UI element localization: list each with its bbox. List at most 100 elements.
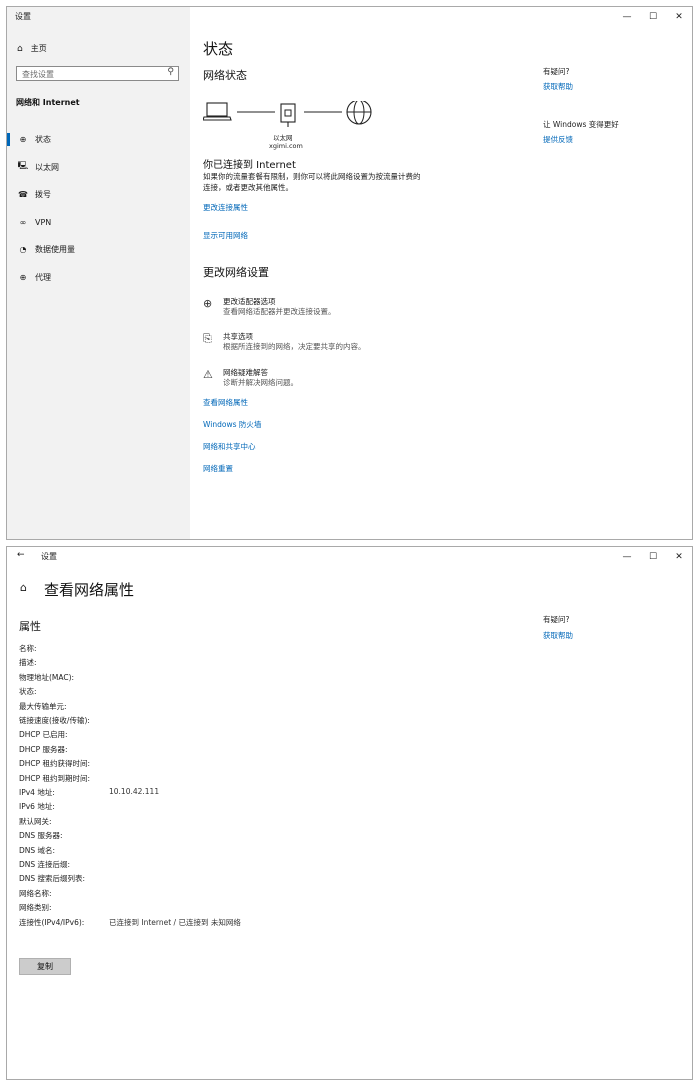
property-value: 已连接到 Internet / 已连接到 未知网络 xyxy=(109,917,241,927)
proxy-icon: ⊕ xyxy=(19,272,27,282)
sidebar: 设置 ⌂ 主页 查找设置 ⚲ 网络和 Internet ⊕ 状态 🖳 以太网 ☎ 拨号 ∞ V… xyxy=(7,7,190,539)
property-label: DNS 域名: xyxy=(19,845,56,855)
close-button[interactable]: ✕ xyxy=(666,547,692,567)
sidebar-item-5[interactable]: ⊕ 代理 xyxy=(7,264,190,292)
home-label: 主页 xyxy=(30,44,47,53)
search-input[interactable]: 查找设置 ⚲ xyxy=(16,66,179,81)
network-name: xgimi.com xyxy=(269,142,303,150)
sidebar-item-3[interactable]: ∞ VPN xyxy=(7,209,190,237)
property-label: DNS 连接后缀: xyxy=(19,860,71,869)
ethernet-icon: 🖳 xyxy=(17,161,29,171)
option-title: 网络疑难解答 xyxy=(223,368,268,377)
minimize-button[interactable]: — xyxy=(614,547,640,567)
network-diagram-graphic xyxy=(202,99,372,127)
network-reset-link[interactable]: 网络重置 xyxy=(203,463,233,474)
property-label: DNS 服务器: xyxy=(19,831,63,841)
home-icon: ⌂ xyxy=(17,43,23,54)
property-label: 名称: xyxy=(19,644,37,653)
copy-button[interactable]: 复制 xyxy=(19,958,71,975)
sidebar-item-4[interactable]: ◔ 数据使用量 xyxy=(7,236,190,264)
sidebar-item-label: 拨号 xyxy=(35,190,51,200)
change-settings-heading: 更改网络设置 xyxy=(203,266,269,279)
settings-window-properties: ← 设置 — ☐ ✕ ⌂ 查看网络属性 属性 名称: 描述: 物理地址(MAC): 状… xyxy=(6,546,693,1080)
property-label: DHCP 租约到期时间: xyxy=(19,773,91,783)
window-title: 设置 xyxy=(41,552,57,561)
option-desc: 根据所连接到的网络，决定要共享的内容。 xyxy=(223,342,366,351)
network-sharing-center-link[interactable]: 网络和共享中心 xyxy=(203,441,256,452)
network-status-heading: 网络状态 xyxy=(203,69,247,82)
sidebar-section-title: 网络和 Internet xyxy=(16,98,80,107)
option-title: 共享选项 xyxy=(223,332,253,341)
window-title: 设置 xyxy=(15,12,31,21)
network-diagram: 以太网 xgimi.com xyxy=(202,99,383,151)
settings-window-status: 设置 ⌂ 主页 查找设置 ⚲ 网络和 Internet ⊕ 状态 🖳 以太网 ☎ 拨号 ∞ V… xyxy=(6,6,693,540)
network-option-1[interactable]: ⎘ 共享选项 根据所连接到的网络，决定要共享的内容。 xyxy=(203,332,366,352)
property-value: 10.10.42.111 xyxy=(109,787,160,796)
network-option-2[interactable]: ⚠ 网络疑难解答 诊断并解决网络问题。 xyxy=(203,368,298,388)
computer-icon xyxy=(202,102,232,121)
ethernet-adapter-icon xyxy=(280,103,296,127)
help-question: 有疑问? xyxy=(543,67,570,76)
option-text: 共享选项 根据所连接到的网络，决定要共享的内容。 xyxy=(223,332,366,352)
properties-heading: 属性 xyxy=(19,620,41,633)
sidebar-item-label: 以太网 xyxy=(35,162,59,172)
sharing-options-icon: ⎘ xyxy=(203,332,212,345)
back-arrow-icon[interactable]: ← xyxy=(17,550,25,560)
sidebar-item-2[interactable]: ☎ 拨号 xyxy=(7,181,190,209)
property-label: 物理地址(MAC): xyxy=(19,672,75,682)
improve-windows-text: 让 Windows 变得更好 xyxy=(543,120,619,129)
property-label: 链接速度(接收/传输): xyxy=(19,716,90,725)
dialup-icon: ☎ xyxy=(18,190,28,200)
option-text: 更改适配器选项 查看网络适配器并更改连接设置。 xyxy=(223,297,336,317)
sidebar-item-0[interactable]: ⊕ 状态 xyxy=(7,126,190,154)
option-title: 更改适配器选项 xyxy=(223,297,276,306)
property-label: 状态: xyxy=(19,687,37,697)
titlebar: 设置 xyxy=(7,7,190,27)
get-help-link[interactable]: 获取帮助 xyxy=(543,630,573,641)
adapter-label: 以太网 xyxy=(273,134,293,142)
main-content: 状态 网络状态 以太网 xgimi.com 你已连接到 Internet 如果你… xyxy=(202,7,692,539)
property-label: IPv4 地址: xyxy=(19,788,55,797)
give-feedback-link[interactable]: 提供反馈 xyxy=(543,134,573,145)
sidebar-item-1[interactable]: 🖳 以太网 xyxy=(7,154,190,182)
network-option-0[interactable]: ⊕ 更改适配器选项 查看网络适配器并更改连接设置。 xyxy=(203,297,336,317)
connected-desc-1: 如果你的流量套餐有限制，则你可以将此网络设置为按流量计费的 xyxy=(203,172,421,181)
window-controls: — ☐ ✕ xyxy=(614,547,692,567)
globe-icon xyxy=(346,99,372,125)
view-network-properties-link[interactable]: 查看网络属性 xyxy=(203,397,248,408)
property-label: IPv6 地址: xyxy=(19,802,55,812)
maximize-button[interactable]: ☐ xyxy=(640,547,666,567)
change-connection-properties-link[interactable]: 更改连接属性 xyxy=(203,202,248,213)
vpn-icon: ∞ xyxy=(19,217,27,227)
property-label: 连接性(IPv4/IPv6): xyxy=(19,917,85,927)
troubleshoot-icon: ⚠ xyxy=(203,368,213,381)
search-icon: ⚲ xyxy=(167,67,174,77)
property-label: 网络名称: xyxy=(19,888,52,898)
property-label: DNS 搜索后缀列表: xyxy=(19,874,86,884)
option-desc: 诊断并解决网络问题。 xyxy=(223,378,298,387)
option-desc: 查看网络适配器并更改连接设置。 xyxy=(223,307,336,316)
sidebar-item-label: VPN xyxy=(35,217,52,227)
property-label: DHCP 服务器: xyxy=(19,744,68,754)
page-title: 查看网络属性 xyxy=(44,581,135,599)
sidebar-item-label: 数据使用量 xyxy=(35,245,75,255)
windows-firewall-link[interactable]: Windows 防火墙 xyxy=(203,419,261,430)
property-label: 描述: xyxy=(19,658,37,668)
show-available-networks-link[interactable]: 显示可用网络 xyxy=(203,230,248,241)
adapter-options-icon: ⊕ xyxy=(203,297,213,310)
titlebar: ← 设置 — ☐ ✕ xyxy=(7,547,692,567)
option-text: 网络疑难解答 诊断并解决网络问题。 xyxy=(223,368,298,388)
search-placeholder: 查找设置 xyxy=(22,70,54,79)
sidebar-nav: ⊕ 状态 🖳 以太网 ☎ 拨号 ∞ VPN ◔ 数据使用量 ⊕ 代理 xyxy=(7,126,190,291)
property-label: DHCP 租约获得时间: xyxy=(19,759,91,769)
data-usage-icon: ◔ xyxy=(19,245,27,255)
get-help-link[interactable]: 获取帮助 xyxy=(543,81,573,92)
status-icon: ⊕ xyxy=(19,135,27,145)
sidebar-item-home[interactable]: ⌂ 主页 xyxy=(17,43,47,54)
page-title: 状态 xyxy=(203,40,234,58)
sidebar-item-label: 状态 xyxy=(35,135,51,145)
help-question: 有疑问? xyxy=(543,615,570,624)
connected-heading: 你已连接到 Internet xyxy=(203,160,296,171)
property-label: 默认网关: xyxy=(19,816,52,826)
home-icon[interactable]: ⌂ xyxy=(20,581,27,594)
